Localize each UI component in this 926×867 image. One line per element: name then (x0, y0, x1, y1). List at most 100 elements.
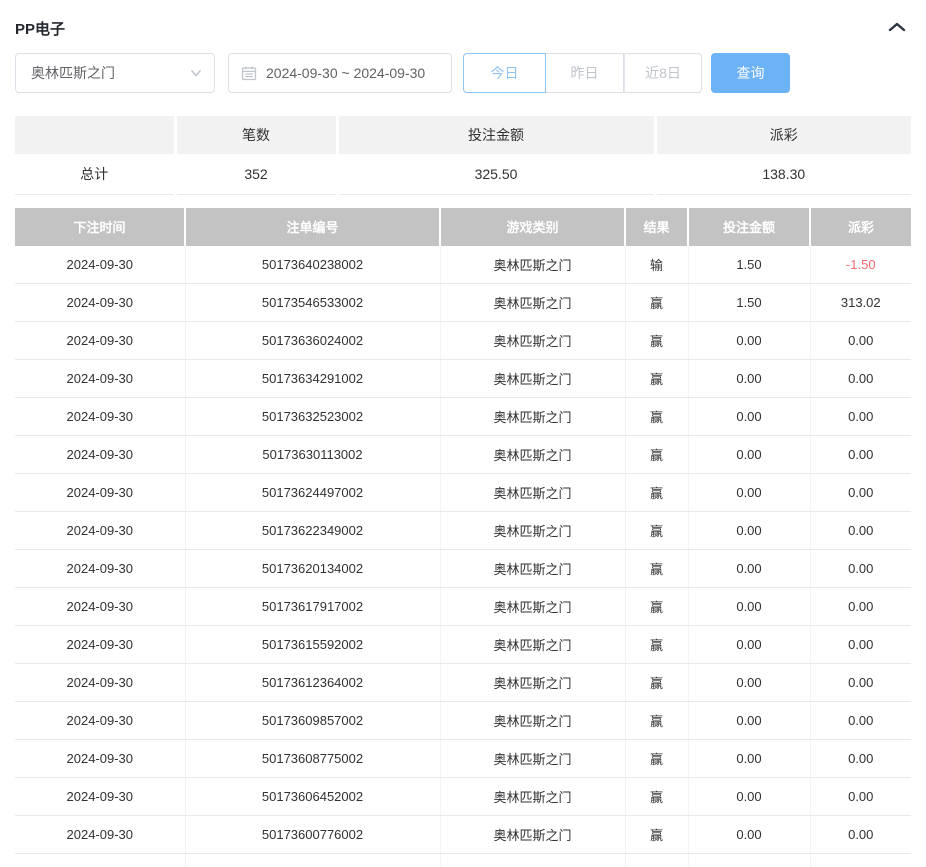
chevron-up-icon (888, 21, 906, 35)
summary-table: 笔数 投注金额 派彩 总计 352 325.50 138.30 (15, 116, 911, 195)
cell-bet-amount: 1.50 (688, 246, 810, 284)
cell-game-category: 奥林匹斯之门 (440, 702, 625, 740)
cell-payout: 0.00 (810, 474, 911, 512)
table-row: 2024-09-30 50173600776002 奥林匹斯之门 赢 0.00 … (15, 816, 911, 854)
today-button[interactable]: 今日 (463, 53, 546, 93)
cell-bet-time: 2024-09-30 (15, 550, 185, 588)
cell-game-category: 奥林匹斯之门 (440, 512, 625, 550)
cell-bet-amount: 0.00 (688, 322, 810, 360)
cell-payout: 0.00 (810, 512, 911, 550)
cell-bet-time: 2024-09-30 (15, 322, 185, 360)
cell-result: 赢 (625, 398, 688, 436)
cell-payout: 0.00 (810, 550, 911, 588)
cell-bet-time: 2024-09-30 (15, 778, 185, 816)
table-row: 2024-09-30 50173624497002 奥林匹斯之门 赢 0.00 … (15, 474, 911, 512)
cell-result: 赢 (625, 778, 688, 816)
cell-payout: 0.00 (810, 322, 911, 360)
cell-bet-time: 2024-09-30 (15, 816, 185, 854)
summary-total-row: 总计 352 325.50 138.30 (15, 154, 911, 194)
panel-header: PP电子 (15, 0, 911, 38)
cell-bet-amount: 0.00 (688, 664, 810, 702)
cell-result: 赢 (625, 664, 688, 702)
cell-bet-amount: 0.00 (688, 512, 810, 550)
cell-payout: -1.50 (810, 246, 911, 284)
cell-game-category: 奥林匹斯之门 (440, 664, 625, 702)
cell-order-number: 50173630113002 (185, 436, 440, 474)
cell-order-number: 50173606452002 (185, 778, 440, 816)
cell-bet-amount: 0.00 (688, 474, 810, 512)
cell-order-number: 50173620134002 (185, 550, 440, 588)
cell-bet-amount: 0.00 (688, 398, 810, 436)
bet-records-table: 下注时间 注单编号 游戏类别 结果 投注金额 派彩 2024-09-30 501… (15, 208, 911, 867)
col-order-number: 注单编号 (185, 208, 440, 246)
table-row: 2024-09-30 50173609857002 奥林匹斯之门 赢 0.00 … (15, 702, 911, 740)
cell-result: 赢 (625, 702, 688, 740)
col-game-category: 游戏类别 (440, 208, 625, 246)
cell-game-category: 奥林匹斯之门 (440, 740, 625, 778)
cell-game-category: 奥林匹斯之门 (440, 284, 625, 322)
cell-payout: 0.00 (810, 664, 911, 702)
summary-header-row: 笔数 投注金额 派彩 (15, 116, 911, 154)
cell-bet-amount: 0.00 (688, 740, 810, 778)
cell-bet-time: 2024-09-30 (15, 702, 185, 740)
cell-bet-amount: 0.00 (688, 778, 810, 816)
cell-order-number: 50173608775002 (185, 740, 440, 778)
cell-result: 赢 (625, 626, 688, 664)
yesterday-button[interactable]: 昨日 (546, 53, 624, 93)
cell-order-number: 50173640238002 (185, 246, 440, 284)
cell-bet-amount: 0.00 (688, 816, 810, 854)
summary-col-payout: 派彩 (655, 116, 911, 154)
cell-bet-time (15, 854, 185, 867)
table-row: 2024-09-30 50173615592002 奥林匹斯之门 赢 0.00 … (15, 626, 911, 664)
cell-game-category: 奥林匹斯之门 (440, 360, 625, 398)
bet-table-body: 2024-09-30 50173640238002 奥林匹斯之门 输 1.50 … (15, 246, 911, 867)
col-payout: 派彩 (810, 208, 911, 246)
table-row: 2024-09-30 50173606452002 奥林匹斯之门 赢 0.00 … (15, 778, 911, 816)
cell-bet-amount: 0.00 (688, 702, 810, 740)
table-row (15, 854, 911, 867)
cell-bet-time: 2024-09-30 (15, 398, 185, 436)
cell-bet-amount (688, 854, 810, 867)
cell-game-category: 奥林匹斯之门 (440, 436, 625, 474)
game-select[interactable]: 奥林匹斯之门 (15, 53, 215, 93)
date-range-value: 2024-09-30 ~ 2024-09-30 (266, 65, 425, 81)
cell-bet-time: 2024-09-30 (15, 740, 185, 778)
cell-bet-time: 2024-09-30 (15, 626, 185, 664)
cell-order-number (185, 854, 440, 867)
query-button[interactable]: 查询 (711, 53, 790, 93)
cell-payout (810, 854, 911, 867)
table-row: 2024-09-30 50173612364002 奥林匹斯之门 赢 0.00 … (15, 664, 911, 702)
cell-order-number: 50173622349002 (185, 512, 440, 550)
table-row: 2024-09-30 50173622349002 奥林匹斯之门 赢 0.00 … (15, 512, 911, 550)
cell-bet-time: 2024-09-30 (15, 246, 185, 284)
table-row: 2024-09-30 50173620134002 奥林匹斯之门 赢 0.00 … (15, 550, 911, 588)
collapse-panel-button[interactable] (883, 16, 911, 40)
cell-game-category: 奥林匹斯之门 (440, 588, 625, 626)
cell-order-number: 50173546533002 (185, 284, 440, 322)
page-title: PP电子 (15, 18, 65, 39)
table-row: 2024-09-30 50173617917002 奥林匹斯之门 赢 0.00 … (15, 588, 911, 626)
cell-order-number: 50173612364002 (185, 664, 440, 702)
pp-electronic-panel: PP电子 奥林匹斯之门 (0, 0, 926, 867)
date-range-picker[interactable]: 2024-09-30 ~ 2024-09-30 (228, 53, 452, 93)
cell-result: 赢 (625, 322, 688, 360)
cell-order-number: 50173615592002 (185, 626, 440, 664)
cell-payout: 313.02 (810, 284, 911, 322)
cell-bet-time: 2024-09-30 (15, 474, 185, 512)
cell-bet-time: 2024-09-30 (15, 588, 185, 626)
summary-col-count: 笔数 (175, 116, 337, 154)
cell-result: 赢 (625, 474, 688, 512)
cell-bet-amount: 0.00 (688, 360, 810, 398)
cell-result: 赢 (625, 550, 688, 588)
cell-bet-time: 2024-09-30 (15, 284, 185, 322)
cell-order-number: 50173636024002 (185, 322, 440, 360)
summary-col-blank (15, 116, 175, 154)
table-row: 2024-09-30 50173546533002 奥林匹斯之门 赢 1.50 … (15, 284, 911, 322)
cell-game-category (440, 854, 625, 867)
table-row: 2024-09-30 50173608775002 奥林匹斯之门 赢 0.00 … (15, 740, 911, 778)
cell-result: 输 (625, 246, 688, 284)
cell-payout: 0.00 (810, 816, 911, 854)
calendar-icon (241, 65, 257, 81)
cell-result: 赢 (625, 588, 688, 626)
last-8-days-button[interactable]: 近8日 (624, 53, 702, 93)
